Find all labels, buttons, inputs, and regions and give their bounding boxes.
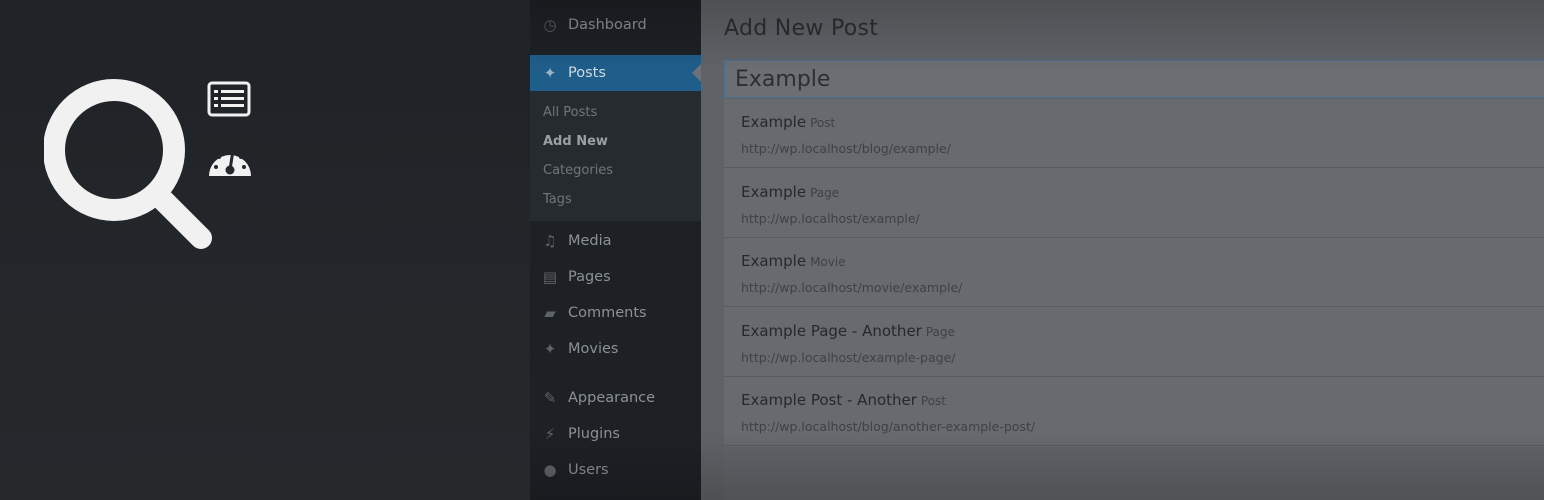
result-type: Page — [925, 325, 955, 339]
pages-icon: ▤ — [542, 268, 558, 286]
search-icon — [44, 79, 212, 249]
sidebar-item-label: Pages — [568, 269, 611, 285]
result-url: http://wp.localhost/example/ — [741, 211, 920, 226]
sidebar-item-users[interactable]: ● Users — [530, 452, 701, 488]
search-result-item[interactable]: Example Page - Another Page http://wp.loc… — [724, 308, 1544, 377]
editor-area: Add New Post ExamplePost http://wp.local… — [701, 0, 1544, 500]
result-url: http://wp.localhost/example-page/ — [741, 350, 956, 365]
search-results-dropdown: Example Post http://wp.localhost/blog/exa… — [724, 99, 1544, 447]
page-title: Add New Post — [724, 16, 879, 41]
editor-body — [724, 448, 1544, 500]
pin-icon: ✦ — [543, 64, 557, 82]
submenu-item-tags[interactable]: Tags — [543, 192, 572, 207]
result-url: http://wp.localhost/blog/example/ — [741, 141, 951, 156]
plugin-icon: ⚡ — [544, 425, 556, 443]
result-type: Post — [810, 116, 836, 130]
result-title: Example — [741, 113, 807, 131]
dashboard-gauge-icon — [209, 148, 251, 176]
brush-icon: ✎ — [543, 389, 557, 407]
dashboard-icon: ◷ — [543, 16, 557, 34]
result-type: Post — [920, 394, 947, 408]
sidebar-item-label: Appearance — [568, 390, 656, 406]
sidebar-item-movies[interactable]: ✦ Movies — [530, 331, 701, 367]
sidebar-item-label: Users — [568, 462, 609, 478]
result-title: Example — [741, 252, 807, 270]
search-input[interactable] — [724, 60, 1544, 98]
sidebar-item-label: Media — [568, 233, 612, 249]
comment-icon: ▰ — [544, 304, 556, 322]
sidebar-item-dashboard[interactable]: ◷ Dashboard — [530, 7, 701, 43]
result-title: Example Post - Another — [741, 391, 917, 409]
branding-panel — [0, 0, 530, 500]
posts-submenu: All Posts Add New Categories Tags — [530, 91, 701, 221]
search-result-item[interactable]: Example Post - Another Post http://wp.loc… — [724, 377, 1544, 446]
submenu-item-categories[interactable]: Categories — [543, 163, 613, 178]
sidebar-item-label: Comments — [568, 305, 647, 321]
result-url: http://wp.localhost/blog/another-example… — [741, 419, 1036, 434]
result-title: Example — [741, 183, 807, 201]
plugin-logo — [44, 78, 264, 258]
sidebar-item-appearance[interactable]: ✎ Appearance — [530, 380, 701, 416]
result-type: Page — [810, 186, 840, 200]
result-title: Example Page - Another — [741, 322, 922, 340]
sidebar-item-pages[interactable]: ▤ Pages — [530, 259, 701, 295]
search-result-item[interactable]: Example Movie http://wp.localhost/movie/e… — [724, 238, 1544, 307]
result-type: Movie — [810, 255, 846, 269]
sidebar-item-label: Dashboard — [568, 17, 647, 33]
sidebar-item-label: Posts — [568, 65, 606, 81]
sidebar-item-posts[interactable]: ✦ Posts — [530, 55, 701, 91]
sidebar-item-label: Movies — [568, 341, 619, 357]
submenu-item-add-new[interactable]: Add New — [543, 134, 608, 149]
user-icon: ● — [543, 461, 557, 479]
sidebar-item-label: Plugins — [568, 426, 620, 442]
submenu-item-all-posts[interactable]: All Posts — [543, 105, 597, 120]
sidebar-item-media[interactable]: ♫ Media — [530, 223, 701, 259]
result-url: http://wp.localhost/movie/example/ — [741, 280, 963, 295]
sidebar-item-comments[interactable]: ▰ Comments — [530, 295, 701, 331]
sidebar-item-plugins[interactable]: ⚡ Plugins — [530, 416, 701, 452]
list-icon — [207, 81, 251, 117]
search-result-item[interactable]: Example Page http://wp.localhost/example/ — [724, 169, 1544, 238]
admin-sidebar: ◷ Dashboard ✦ Posts All Posts Add New Ca… — [530, 0, 701, 500]
search-result-item[interactable]: Example Post http://wp.localhost/blog/exa… — [724, 99, 1544, 168]
media-icon: ♫ — [543, 232, 557, 250]
pin-icon: ✦ — [543, 340, 557, 358]
